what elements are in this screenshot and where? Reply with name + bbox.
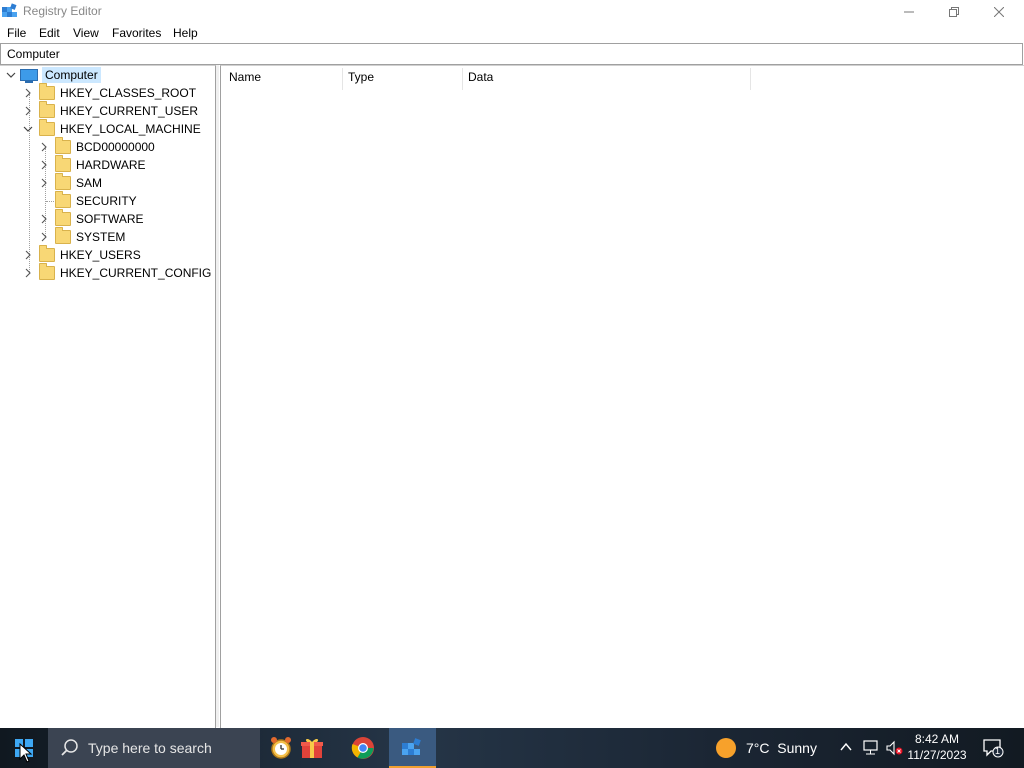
tree-item-sam[interactable]: SAM — [39, 173, 103, 192]
folder-icon — [39, 101, 55, 118]
notification-icon — [983, 739, 1004, 758]
column-divider[interactable] — [750, 68, 751, 90]
tree-item-hkey-classes-root[interactable]: HKEY_CLASSES_ROOT — [23, 83, 197, 102]
chevron-right-icon[interactable] — [23, 88, 33, 98]
mouse-cursor-icon — [19, 743, 33, 763]
tree-item-bcd00000000[interactable]: BCD00000000 — [39, 137, 155, 156]
tree-label: SOFTWARE — [76, 212, 144, 226]
folder-icon — [55, 191, 71, 208]
registry-editor-icon — [402, 738, 421, 755]
pane-splitter[interactable] — [216, 65, 219, 727]
chevron-up-icon[interactable] — [840, 740, 852, 756]
tree-label: SYSTEM — [76, 230, 126, 244]
close-button[interactable] — [976, 0, 1022, 24]
chrome-icon[interactable] — [347, 732, 379, 764]
menu-file[interactable]: File — [7, 26, 26, 40]
minimize-button[interactable] — [886, 0, 932, 24]
computer-icon — [20, 68, 38, 83]
tree-label: SAM — [76, 176, 103, 190]
chevron-right-icon[interactable] — [23, 250, 33, 260]
sun-icon — [716, 738, 736, 758]
chevron-right-icon[interactable] — [39, 214, 49, 224]
tree-item-system[interactable]: SYSTEM — [39, 227, 126, 246]
weather-widget[interactable]: 7°C Sunny — [716, 728, 817, 768]
tree-item-security[interactable]: SECURITY — [39, 191, 137, 210]
column-header-data[interactable]: Data — [468, 70, 493, 90]
close-icon — [994, 7, 1004, 17]
folder-icon — [39, 245, 55, 262]
chevron-right-icon[interactable] — [39, 142, 49, 152]
search-icon — [61, 739, 78, 756]
restore-button[interactable] — [931, 0, 977, 24]
address-bar[interactable]: Computer — [0, 43, 1023, 65]
folder-icon — [55, 209, 71, 226]
tree-label: HKEY_CURRENT_USER — [60, 104, 199, 118]
notification-count: 1 — [995, 746, 1001, 756]
tree-item-hkey-local-machine[interactable]: HKEY_LOCAL_MACHINE — [23, 119, 201, 138]
folder-icon — [39, 119, 55, 136]
alarm-clock-icon[interactable] — [265, 732, 297, 764]
address-text: Computer — [7, 47, 60, 61]
tree-item-hardware[interactable]: HARDWARE — [39, 155, 146, 174]
tree-label: BCD00000000 — [76, 140, 155, 154]
menu-view[interactable]: View — [73, 26, 99, 40]
chevron-right-icon[interactable] — [23, 268, 33, 278]
chevron-down-icon[interactable] — [6, 70, 16, 80]
menu-bar: File Edit View Favorites Help — [0, 24, 1024, 42]
menu-help[interactable]: Help — [173, 26, 198, 40]
minimize-icon — [904, 11, 914, 13]
clock-date: 11/27/2023 — [907, 748, 967, 762]
window-title: Registry Editor — [23, 4, 102, 18]
chevron-right-icon[interactable] — [39, 232, 49, 242]
tree-label: HKEY_CLASSES_ROOT — [60, 86, 197, 100]
folder-icon — [55, 155, 71, 172]
tree-label: HARDWARE — [76, 158, 146, 172]
tree-label: HKEY_USERS — [60, 248, 141, 262]
restore-icon — [949, 7, 959, 17]
tree-label: HKEY_CURRENT_CONFIG — [60, 266, 212, 280]
network-icon[interactable] — [862, 740, 880, 759]
tree-item-hkey-current-config[interactable]: HKEY_CURRENT_CONFIG — [23, 263, 212, 282]
tree-item-computer[interactable]: Computer — [6, 66, 101, 84]
gift-icon[interactable] — [296, 732, 328, 764]
tree-label: SECURITY — [76, 194, 137, 208]
folder-icon — [55, 227, 71, 244]
chevron-right-icon[interactable] — [23, 106, 33, 116]
search-placeholder: Type here to search — [88, 740, 212, 756]
column-divider[interactable] — [462, 68, 463, 90]
menu-favorites[interactable]: Favorites — [112, 26, 161, 40]
chevron-right-icon[interactable] — [39, 160, 49, 170]
column-header-name[interactable]: Name — [229, 70, 261, 90]
folder-icon — [39, 263, 55, 280]
column-header-type[interactable]: Type — [348, 70, 374, 90]
tree-item-hkey-current-user[interactable]: HKEY_CURRENT_USER — [23, 101, 199, 120]
notification-center-button[interactable]: 1 — [982, 738, 1004, 758]
weather-text: 7°C Sunny — [746, 740, 817, 756]
tree-item-software[interactable]: SOFTWARE — [39, 209, 144, 228]
taskbar-app-registry-editor[interactable] — [389, 728, 436, 768]
taskbar-search[interactable]: Type here to search — [48, 728, 260, 768]
folder-icon — [39, 83, 55, 100]
column-divider[interactable] — [342, 68, 343, 90]
clock-time: 8:42 AM — [914, 732, 960, 746]
tree-label: HKEY_LOCAL_MACHINE — [60, 122, 201, 136]
key-tree[interactable]: Computer HKEY_CLASSES_ROOT HKEY_CURRENT_… — [0, 65, 216, 728]
title-bar: Registry Editor — [0, 0, 1024, 24]
values-list[interactable]: Name Type Data — [220, 65, 1024, 728]
volume-muted-icon[interactable] — [885, 740, 903, 759]
folder-icon — [55, 137, 71, 154]
menu-edit[interactable]: Edit — [39, 26, 60, 40]
folder-icon — [55, 173, 71, 190]
registry-editor-icon — [2, 3, 17, 17]
chevron-down-icon[interactable] — [23, 124, 33, 134]
taskbar-clock[interactable]: 8:42 AM 11/27/2023 — [904, 731, 970, 763]
taskbar: Type here to search 7°C Sunny 8:42 AM 11… — [0, 728, 1024, 768]
tree-item-hkey-users[interactable]: HKEY_USERS — [23, 245, 141, 264]
tree-label: Computer — [42, 67, 101, 83]
chevron-right-icon[interactable] — [39, 178, 49, 188]
